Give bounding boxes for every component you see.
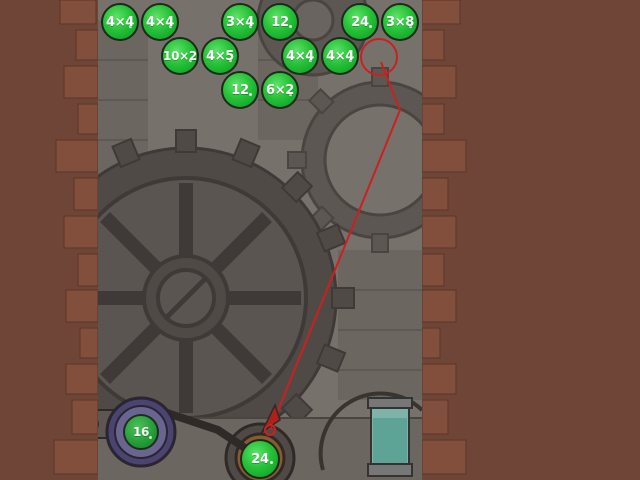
- bubble: 4×4: [141, 3, 179, 41]
- bubble: 12: [221, 71, 259, 109]
- current-bubble[interactable]: 24: [240, 439, 280, 479]
- bubble: 12: [261, 3, 299, 41]
- aim-target-ring: [360, 38, 398, 76]
- glass-tube-icon: [367, 397, 413, 477]
- game-screen: 4×4 4×4 3×4 12 24 3×8 10×2 4×5 4×4 4×4 1…: [0, 0, 640, 480]
- next-bubble[interactable]: 16: [123, 414, 159, 450]
- bubble: 3×8: [381, 3, 419, 41]
- bubble: 24: [341, 3, 379, 41]
- bubble: 6×2: [261, 71, 299, 109]
- brick-wall-left: [0, 0, 100, 480]
- bubble: 10×2: [161, 37, 199, 75]
- brick-wall-right: [420, 0, 640, 480]
- bubble: 3×4: [221, 3, 259, 41]
- bubble: 4×5: [201, 37, 239, 75]
- bubble: 4×4: [101, 3, 139, 41]
- bubble: 4×4: [321, 37, 359, 75]
- bubble: 4×4: [281, 37, 319, 75]
